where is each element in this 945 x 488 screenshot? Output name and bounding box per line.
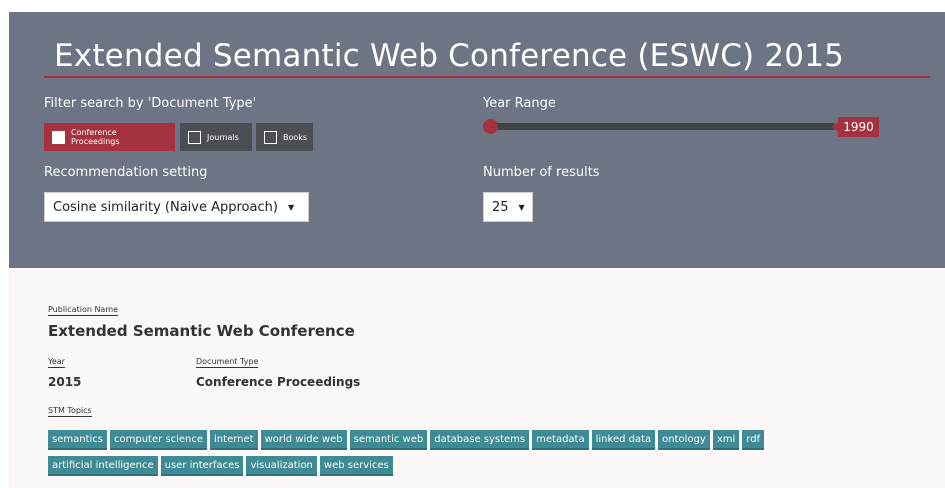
topic-tag[interactable]: metadata xyxy=(532,430,589,450)
topic-tag[interactable]: xml xyxy=(712,430,740,450)
topic-tag[interactable]: semantic web xyxy=(349,430,428,450)
year-range-value-tooltip: 1990 xyxy=(832,117,879,137)
topic-tag[interactable]: web services xyxy=(319,456,393,476)
year-range-label: Year Range xyxy=(483,96,556,111)
doc-type-label: Journals xyxy=(207,132,239,142)
publication-name: Extended Semantic Web Conference xyxy=(48,322,355,340)
document-type-value: Conference Proceedings xyxy=(196,375,361,389)
year-range-slider-handle[interactable] xyxy=(483,119,498,134)
year-label: Year xyxy=(48,357,65,368)
topic-tags-row-1: semantics computer science internet worl… xyxy=(48,430,928,450)
doc-type-journals-button[interactable]: Journals xyxy=(180,123,252,151)
doc-type-books-button[interactable]: Books xyxy=(256,123,313,151)
doc-type-label: Conference Proceedings xyxy=(71,128,120,146)
recommendation-setting-select[interactable]: Cosine similarity (Naive Approach) ▼ xyxy=(44,192,309,222)
page-title: Extended Semantic Web Conference (ESWC) … xyxy=(54,38,845,74)
topic-tag[interactable]: linked data xyxy=(591,430,656,450)
checkbox-unchecked-icon xyxy=(188,130,201,144)
recommendation-setting-value: Cosine similarity (Naive Approach) xyxy=(53,199,278,215)
publication-name-label: Publication Name xyxy=(48,305,119,316)
topic-tag[interactable]: world wide web xyxy=(260,430,347,450)
title-divider xyxy=(44,76,930,78)
number-of-results-select[interactable]: 25 ▼ xyxy=(483,192,533,222)
number-of-results-label: Number of results xyxy=(483,165,600,180)
topic-tags-row-2: artificial intelligence user interfaces … xyxy=(48,456,928,476)
publication-details: Publication Name Extended Semantic Web C… xyxy=(9,268,945,488)
topic-tag[interactable]: internet xyxy=(210,430,258,450)
stm-topics-label: STM Topics xyxy=(48,406,92,417)
topic-tag[interactable]: ontology xyxy=(658,430,710,450)
checkbox-checked-icon xyxy=(52,130,65,144)
filter-panel: Extended Semantic Web Conference (ESWC) … xyxy=(9,12,945,268)
topic-tag[interactable]: semantics xyxy=(48,430,107,450)
topic-tag[interactable]: user interfaces xyxy=(160,456,244,476)
topic-tag[interactable]: rdf xyxy=(742,430,765,450)
topic-tag[interactable]: database systems xyxy=(430,430,530,450)
publication-year: 2015 xyxy=(48,375,82,389)
dropdown-caret-icon: ▼ xyxy=(287,202,295,212)
recommendation-setting-label: Recommendation setting xyxy=(44,165,208,180)
doc-type-conference-proceedings-button[interactable]: Conference Proceedings xyxy=(44,123,175,151)
year-range-slider-track[interactable] xyxy=(484,123,836,130)
dropdown-caret-icon: ▼ xyxy=(518,202,525,212)
number-of-results-value: 25 xyxy=(492,199,509,215)
doc-type-label: Books xyxy=(283,132,308,142)
topic-tag[interactable]: artificial intelligence xyxy=(48,456,158,476)
doc-type-filter-label: Filter search by 'Document Type' xyxy=(44,96,257,111)
topic-tag[interactable]: visualization xyxy=(246,456,317,476)
document-type-label: Document Type xyxy=(196,357,259,368)
checkbox-unchecked-icon xyxy=(264,130,277,144)
topic-tag[interactable]: computer science xyxy=(109,430,208,450)
